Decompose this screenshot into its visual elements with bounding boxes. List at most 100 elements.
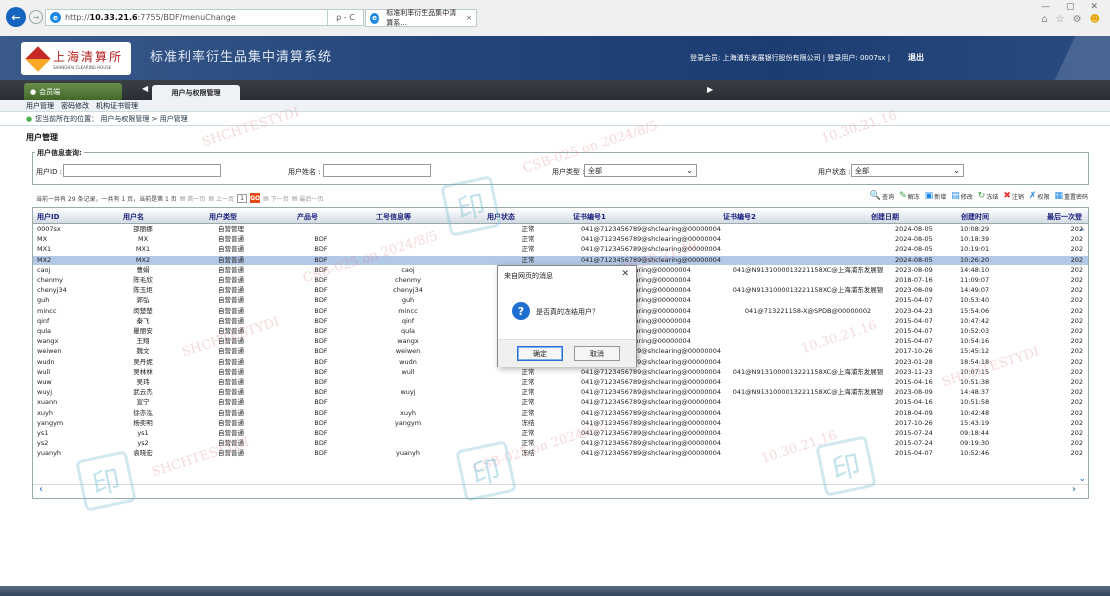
table-cell: 杨奕明 (133, 418, 153, 427)
table-row[interactable]: xuann 宣宁 自营普通 BDF 正常 041@7123456789@shclearin… (33, 398, 1088, 407)
column-header[interactable]: 创建日期 (871, 212, 899, 222)
table-row[interactable]: wuw 吴玮 自营普通 BDF 正常 041@7123456789@shclearing@… (33, 378, 1088, 387)
go-button[interactable]: GO (250, 193, 260, 203)
column-header[interactable]: 用户类型 (209, 212, 237, 222)
tab-user-permission[interactable]: 用户与权限管理 (152, 85, 240, 100)
table-row[interactable]: MX MX 自营普通 BDF 正常 041@7123456789@shclearing@0… (33, 235, 1088, 244)
browser-tab[interactable]: e 标准利率衍生品集中清算系... × (365, 9, 477, 27)
favorites-star-icon[interactable]: ☆ (1056, 14, 1065, 25)
dialog-close-icon[interactable]: ✕ (621, 269, 629, 279)
table-cell: 202 (1070, 347, 1083, 356)
dialog-title: 来自网页的消息 (504, 272, 553, 280)
column-header[interactable]: 产品号 (297, 212, 318, 222)
minimize-icon[interactable]: — (1041, 2, 1050, 12)
column-header[interactable]: 用户状态 (487, 212, 515, 222)
ie-icon: e (50, 12, 61, 23)
column-header[interactable]: 创建时间 (961, 212, 989, 222)
page-number-input[interactable]: 1 (237, 193, 248, 203)
table-cell: 2024-08-05 (895, 245, 933, 254)
column-header[interactable]: 证书编号1 (573, 212, 606, 222)
tab-scroll-right-icon[interactable]: ▶ (707, 85, 713, 94)
table-cell: 自营普通 (218, 327, 244, 335)
tab-scroll-left-icon[interactable]: ◀ (142, 84, 148, 93)
user-status-select[interactable]: 全部 ⌄ (851, 164, 964, 177)
table-cell: 202 (1070, 225, 1083, 233)
search-refresh-controls[interactable]: ρ - C (328, 9, 364, 26)
column-header[interactable]: 用户名 (123, 212, 144, 222)
submenu-user-management[interactable]: 用户管理 (26, 101, 54, 111)
user-name-input[interactable] (323, 164, 431, 177)
submenu-cert-management[interactable]: 机构证书管理 (96, 101, 138, 111)
table-row[interactable]: 0007sx 邵丽娜 自营管理 正常 041@7123456789@shclearing… (33, 225, 1088, 234)
page-title: 用户管理 (26, 133, 58, 142)
table-cell: chenmy (37, 276, 63, 284)
home-icon[interactable]: ⌂ (1041, 14, 1047, 25)
toolbar-button-0[interactable]: 🔍 查询 (870, 191, 894, 201)
url-prefix: http:// (65, 13, 90, 22)
next-page-button[interactable]: ▤ 下一页 (263, 194, 289, 203)
toolbar-button-4[interactable]: ↻ 冻结 (978, 191, 999, 201)
table-cell: 袁晓宏 (133, 449, 153, 458)
column-header[interactable]: 最后一次登 (1047, 212, 1082, 222)
user-type-select[interactable]: 全部 ⌄ (584, 164, 697, 177)
table-cell: 2015-04-16 (895, 378, 933, 386)
first-page-button[interactable]: ▤ 首一页 (180, 194, 206, 203)
table-row[interactable]: ys1 ys1 自营普通 BDF 正常 041@7123456789@shclearing… (33, 429, 1088, 438)
back-button[interactable]: ← (6, 7, 26, 27)
prev-page-button[interactable]: ▤ 上一页 (208, 194, 234, 203)
table-row[interactable]: ys2 ys2 自营普通 BDF 正常 041@7123456789@shclearing… (33, 439, 1088, 448)
pager: 当前一共有 29 条记录，一共有 1 页，当前是第 1 页 ▤ 首一页 ▤ 上一页 … (36, 193, 323, 203)
table-cell: BDF (314, 449, 328, 458)
scroll-up-icon[interactable]: ⌃ (1078, 228, 1086, 238)
submenu-password-change[interactable]: 密码修改 (61, 101, 89, 111)
table-row[interactable]: MX1 MX1 自营普通 BDF 正常 041@7123456789@shclearing… (33, 245, 1088, 254)
settings-gear-icon[interactable]: ⚙ (1073, 14, 1082, 25)
table-header: 用户ID 用户名 用户类型 产品号 工号信息等 用户状态 证书编号1 证书编号2 创建日期 创建时… (33, 208, 1088, 224)
table-row[interactable]: wuyj 武云杰 自营普通 BDF wuyj 正常 041@7123456789@shcle… (33, 388, 1088, 397)
toolbar-button-2[interactable]: ▣ 新增 (925, 191, 947, 201)
close-window-icon[interactable]: ✕ (1090, 2, 1098, 12)
forward-button[interactable]: → (29, 10, 43, 24)
confirm-dialog: 来自网页的消息 ✕ ? 是否真的冻结用户？ 确定 取消 (497, 265, 637, 367)
cancel-button[interactable]: 取消 (574, 346, 620, 361)
restore-icon[interactable]: ▢ (1066, 2, 1075, 12)
table-cell: 正常 (521, 255, 535, 264)
toolbar-button-3[interactable]: ▤ 修改 (951, 191, 973, 201)
table-cell: wull (37, 367, 51, 376)
table-row[interactable]: xuyh 徐亦泓 自营普通 BDF xuyh 正常 041@7123456789@shcle… (33, 409, 1088, 418)
column-header[interactable]: 工号信息等 (376, 212, 411, 222)
scroll-right-icon[interactable]: › (1072, 484, 1076, 495)
column-header[interactable]: 用户ID (37, 212, 59, 222)
last-page-button[interactable]: ▤ 最后一页 (292, 194, 324, 203)
browser-right-icons: ⌂ ☆ ⚙ ☻ (1041, 14, 1100, 25)
table-cell: yangym (394, 418, 422, 427)
table-row[interactable]: yuanyh 袁晓宏 自营普通 BDF yuanyh 冻结 041@7123456789@s… (33, 449, 1088, 458)
table-cell: 自营普通 (218, 357, 244, 366)
user-id-input[interactable] (63, 164, 221, 177)
toolbar-button-1[interactable]: ✎ 解冻 (899, 191, 920, 201)
table-cell: 冻结 (521, 449, 535, 458)
table-row[interactable]: MX2 MX2 自营普通 BDF 正常 041@7123456789@shclearing… (33, 255, 1088, 265)
member-tab-label: 会员端 (39, 87, 61, 96)
table-cell: yangym (37, 418, 64, 427)
toolbar-button-7[interactable]: ▦ 重置密码 (1054, 191, 1088, 201)
address-bar[interactable]: e http:// 10.33.21.6 :7755/BDF/menuChang… (45, 9, 328, 26)
table-cell: 秦飞 (136, 316, 150, 325)
logout-link[interactable]: 退出 (908, 52, 924, 63)
toolbar-button-5[interactable]: ✖ 注销 (1003, 191, 1024, 201)
scroll-down-icon[interactable]: ⌄ (1078, 474, 1086, 484)
column-header[interactable]: 证书编号2 (723, 212, 756, 222)
horizontal-scrollbar[interactable]: ‹ › (33, 484, 1088, 495)
tab-close-icon[interactable]: × (466, 14, 472, 22)
feedback-smile-icon[interactable]: ☻ (1090, 14, 1100, 25)
table-cell: 2015-04-07 (895, 449, 933, 458)
table-row[interactable]: wull 吴林林 自营普通 BDF wull 正常 041@7123456789@shcle… (33, 367, 1088, 377)
table-cell: 041@7123456789@shclearing@00000004 (581, 235, 721, 244)
toolbar-button-6[interactable]: ✗ 权限 (1029, 191, 1050, 201)
table-cell: BDF (314, 439, 328, 448)
table-cell: 正常 (521, 398, 535, 407)
member-side-tab[interactable]: ● 会员端 (24, 83, 122, 100)
table-row[interactable]: yangym 杨奕明 自营普通 BDF yangym 冻结 041@7123456789@s… (33, 418, 1088, 428)
scroll-left-icon[interactable]: ‹ (39, 484, 43, 495)
ok-button[interactable]: 确定 (517, 346, 563, 361)
